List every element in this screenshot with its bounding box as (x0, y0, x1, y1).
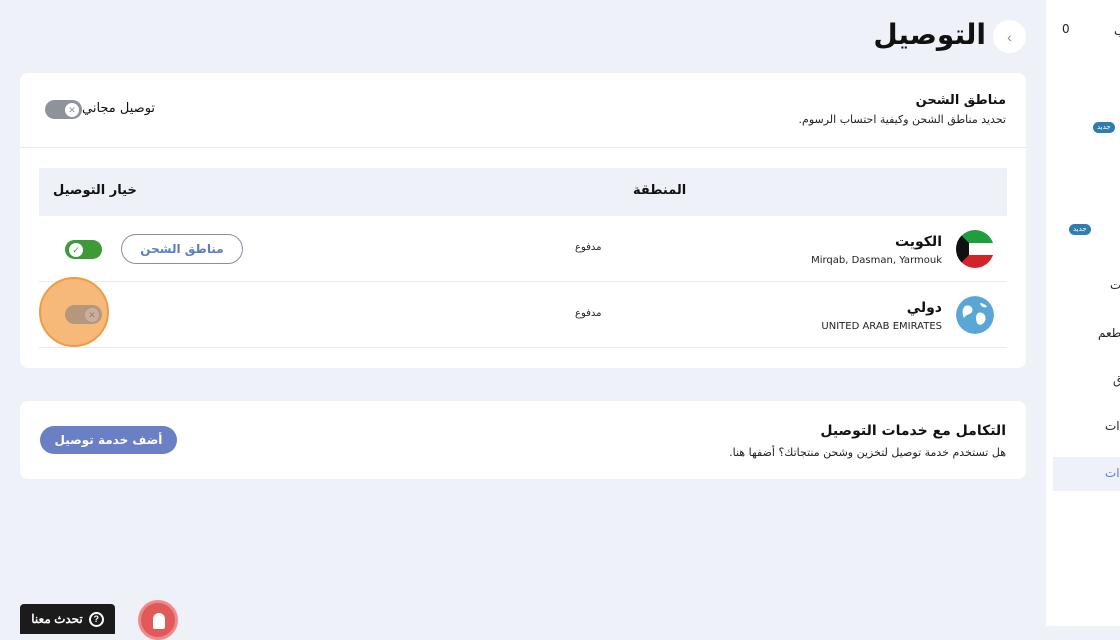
page-title: التوصيل (873, 18, 986, 51)
integrations-description: هل تستخدم خدمة توصيل لتخزين وشحن منتجاتك… (729, 446, 1006, 459)
bell-icon (153, 613, 165, 629)
delivery-integrations-card: التكامل مع خدمات التوصيل هل تستخدم خدمة … (20, 401, 1026, 479)
sidebar-item-fragment[interactable]: ت (1110, 278, 1120, 292)
free-delivery-label: توصيل مجاني (82, 101, 156, 116)
shipping-zones-title: مناطق الشحن (915, 93, 1006, 108)
sidebar-item-fragment[interactable]: ب (1114, 24, 1120, 38)
table-row: الكويت Mirqab, Dasman, Yarmouk مدفوع منا… (39, 216, 1007, 282)
add-delivery-service-button[interactable]: أضف خدمة توصيل (40, 426, 177, 454)
column-header-region: المنطقة (633, 183, 687, 198)
column-header-delivery-option: خيار التوصيل (53, 183, 137, 198)
close-icon: ✕ (85, 308, 99, 322)
zone-status: مدفوع (575, 242, 602, 253)
kuwait-flag-icon (956, 230, 994, 268)
new-badge: جديد (1069, 224, 1091, 235)
back-button[interactable]: ‹ (993, 20, 1026, 53)
shipping-zones-description: تحديد مناطق الشحن وكيفية احتساب الرسوم. (798, 113, 1006, 126)
sidebar-item-fragment[interactable]: ات (1105, 466, 1120, 480)
zones-table-header: المنطقة خيار التوصيل (39, 168, 1007, 216)
close-icon: ✕ (65, 103, 79, 117)
sidebar (1046, 0, 1120, 626)
new-badge: جديد (1093, 122, 1115, 133)
chat-label: تحدث معنا (31, 612, 83, 626)
main-content: التوصيل ‹ مناطق الشحن تحديد مناطق الشحن … (0, 0, 1046, 640)
international-delivery-toggle[interactable]: ✕ (65, 305, 102, 324)
sidebar-item-fragment[interactable]: ق (1113, 373, 1120, 387)
globe-icon (956, 296, 994, 334)
help-icon: ? (88, 611, 104, 627)
shipping-zones-card: مناطق الشحن تحديد مناطق الشحن وكيفية احت… (20, 73, 1026, 368)
sidebar-item-fragment[interactable]: ات (1105, 419, 1120, 433)
shipping-zones-button[interactable]: مناطق الشحن (121, 234, 243, 264)
chat-button[interactable]: ? تحدث معنا (20, 604, 115, 634)
zone-name: دولي (906, 300, 942, 316)
divider (20, 147, 1026, 148)
free-delivery-toggle[interactable]: ✕ (45, 100, 82, 119)
notification-button[interactable] (138, 600, 178, 640)
sidebar-item-fragment[interactable]: طعم (1098, 326, 1120, 340)
table-row: دولي UNITED ARAB EMIRATES مدفوع (39, 282, 1007, 348)
integrations-title: التكامل مع خدمات التوصيل (820, 423, 1006, 439)
zone-areas: Mirqab, Dasman, Yarmouk (811, 255, 942, 266)
zone-areas: UNITED ARAB EMIRATES (821, 321, 942, 332)
zone-name: الكويت (894, 234, 942, 250)
zone-status: مدفوع (575, 308, 602, 319)
sidebar-count: 0 (1062, 22, 1070, 36)
kuwait-delivery-toggle[interactable]: ✓ (65, 240, 102, 259)
check-icon: ✓ (69, 243, 83, 257)
chevron-left-icon: ‹ (1007, 28, 1012, 45)
